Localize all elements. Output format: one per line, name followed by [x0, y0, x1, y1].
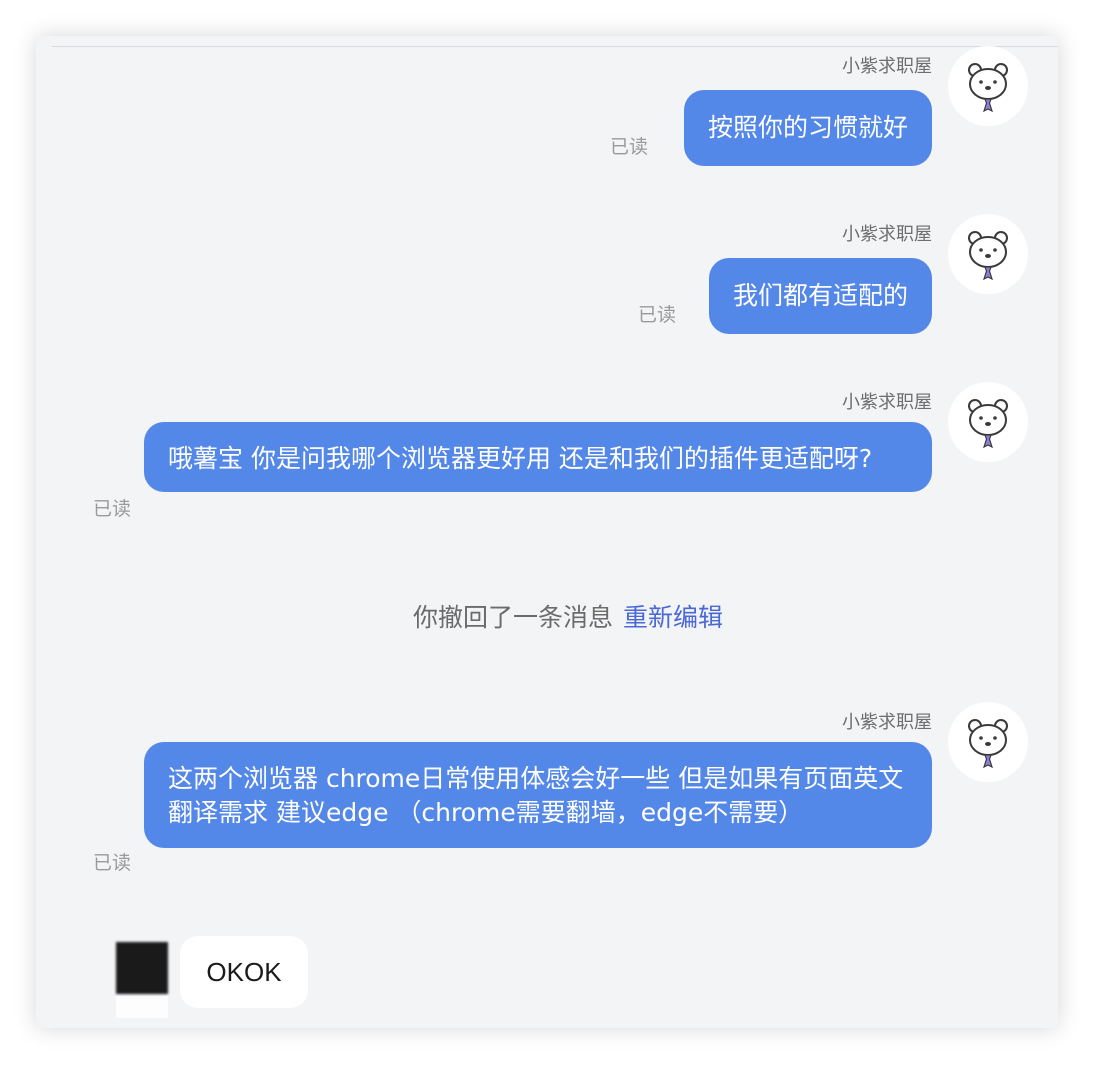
bear-with-tie-icon: [968, 231, 1008, 280]
bear-with-tie-icon: [968, 63, 1008, 112]
divider: [52, 46, 1058, 47]
chat-window: 小紫求职屋 已读 按照你的习惯就好 小紫求职屋 已读 我们都有适配的 小紫求职屋…: [36, 36, 1058, 1028]
message-bubble[interactable]: 这两个浏览器 chrome日常使用体感会好一些 但是如果有页面英文翻译需求 建议…: [144, 742, 932, 848]
recall-text: 你撤回了一条消息: [412, 603, 613, 632]
read-status: 已读: [93, 498, 132, 520]
agent-avatar[interactable]: [948, 214, 1028, 294]
recall-notice: 你撤回了一条消息 重新编辑: [36, 598, 1058, 634]
re-edit-link[interactable]: 重新编辑: [623, 603, 723, 632]
message-bubble[interactable]: 按照你的习惯就好: [683, 90, 932, 166]
user-avatar-shadow: [116, 996, 168, 1018]
user-avatar[interactable]: [116, 942, 168, 994]
sender-name: 小紫求职屋: [842, 56, 932, 77]
reply-bubble[interactable]: OKOK: [180, 936, 308, 1008]
agent-avatar[interactable]: [948, 46, 1028, 126]
agent-avatar[interactable]: [948, 382, 1028, 462]
sender-name: 小紫求职屋: [842, 224, 932, 245]
agent-avatar[interactable]: [948, 702, 1028, 782]
read-status: 已读: [610, 136, 649, 158]
message-bubble[interactable]: 我们都有适配的: [708, 258, 932, 334]
bear-with-tie-icon: [968, 399, 1008, 448]
sender-name: 小紫求职屋: [842, 392, 932, 413]
read-status: 已读: [638, 304, 677, 326]
message-bubble[interactable]: 哦薯宝 你是问我哪个浏览器更好用 还是和我们的插件更适配呀?: [144, 422, 932, 492]
bear-with-tie-icon: [968, 719, 1008, 768]
read-status: 已读: [93, 852, 132, 874]
sender-name: 小紫求职屋: [842, 712, 932, 733]
